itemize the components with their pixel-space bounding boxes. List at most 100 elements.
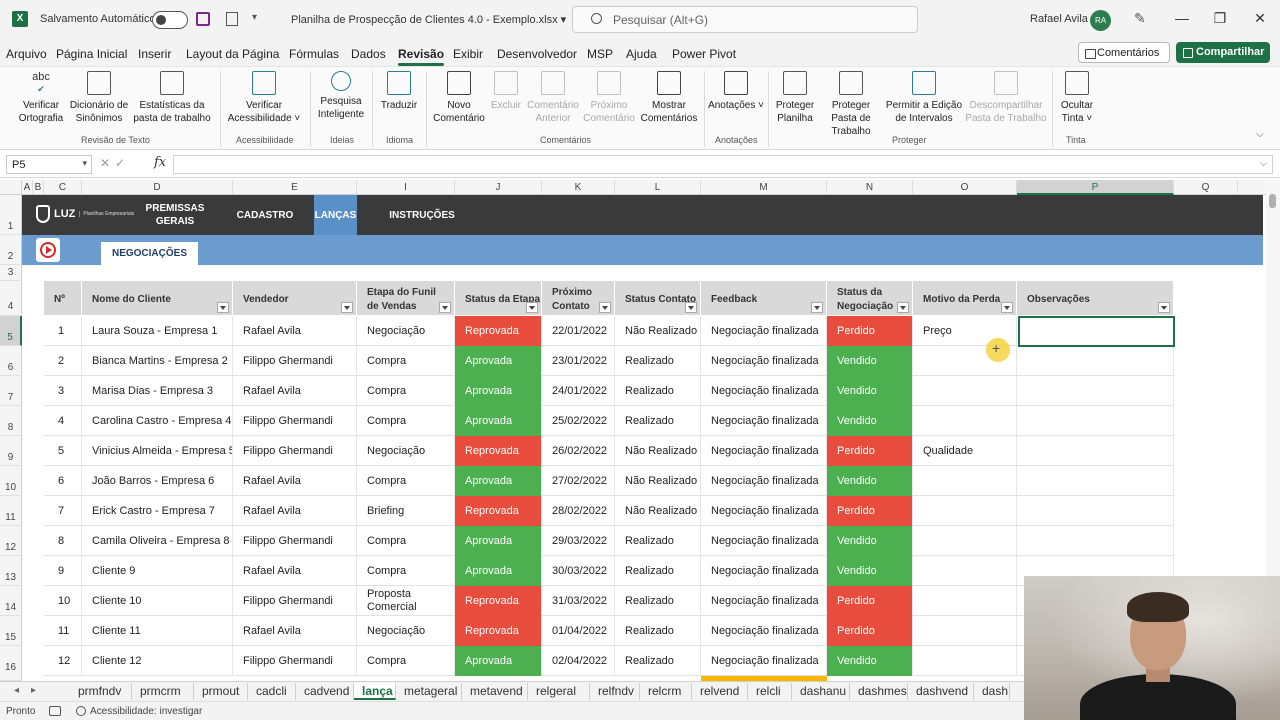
cell-numero[interactable]: 10: [44, 586, 82, 616]
filter-dropdown-icon[interactable]: [341, 302, 353, 313]
sheet-tab-relfndv[interactable]: relfndv: [590, 683, 640, 700]
column-header[interactable]: M: [701, 180, 827, 195]
cell-numero[interactable]: 8: [44, 526, 82, 556]
cell-status-contato[interactable]: Não Realizado: [615, 316, 701, 346]
sheet-tab-cadvend[interactable]: cadvend: [296, 683, 354, 700]
share-button[interactable]: Compartilhar: [1176, 42, 1270, 63]
row-header[interactable]: 8: [0, 406, 22, 436]
cell-cliente[interactable]: Cliente 11: [82, 616, 233, 646]
filter-dropdown-icon[interactable]: [439, 302, 451, 313]
scrollbar-thumb[interactable]: [1269, 194, 1276, 208]
cell-status-contato[interactable]: Realizado: [615, 406, 701, 436]
row-header[interactable]: 1: [0, 195, 22, 235]
cell-observacoes[interactable]: [1017, 406, 1174, 436]
cell-proximo-contato[interactable]: 24/01/2022: [542, 376, 615, 406]
cell-feedback[interactable]: Negociação finalizada: [701, 346, 827, 376]
cell-status-contato[interactable]: Não Realizado: [615, 496, 701, 526]
minimize-icon[interactable]: —: [1172, 10, 1192, 26]
cell-observacoes[interactable]: [1017, 496, 1174, 526]
cell-numero[interactable]: 1: [44, 316, 82, 346]
cell-feedback[interactable]: Negociação finalizada: [701, 616, 827, 646]
column-header[interactable]: Q: [1174, 180, 1238, 195]
cell-motivo-perda[interactable]: [913, 466, 1017, 496]
column-header[interactable]: I: [357, 180, 455, 195]
formula-input[interactable]: [173, 155, 1273, 174]
cell-vendedor[interactable]: Rafael Avila: [233, 616, 357, 646]
cell-cliente[interactable]: Vinicius Almeida - Empresa 5: [82, 436, 233, 466]
cell-status-etapa[interactable]: Reprovada: [455, 616, 542, 646]
cell-status-contato[interactable]: Realizado: [615, 616, 701, 646]
cell-proximo-contato[interactable]: 22/01/2022: [542, 316, 615, 346]
cell-status-etapa[interactable]: Aprovada: [455, 646, 542, 676]
cell-etapa[interactable]: Compra: [357, 526, 455, 556]
row-header[interactable]: 6: [0, 346, 22, 376]
sheet-tab-lança[interactable]: lança: [354, 683, 396, 700]
cell-status-negociacao[interactable]: Vendido: [827, 526, 913, 556]
row-header[interactable]: 14: [0, 586, 22, 616]
workbook-stats-button[interactable]: Estatísticas da pasta de trabalho: [132, 69, 212, 125]
column-header[interactable]: J: [455, 180, 542, 195]
sheet-tab-metageral[interactable]: metageral: [396, 683, 462, 700]
row-header[interactable]: 11: [0, 496, 22, 526]
menu-arquivo[interactable]: Arquivo: [6, 47, 47, 61]
cell-proximo-contato[interactable]: 28/02/2022: [542, 496, 615, 526]
cell-proximo-contato[interactable]: 29/03/2022: [542, 526, 615, 556]
cell-observacoes[interactable]: [1017, 436, 1174, 466]
cell-motivo-perda[interactable]: [913, 526, 1017, 556]
quick-access-more-icon[interactable]: ▾: [252, 12, 257, 23]
column-header[interactable]: C: [44, 180, 82, 195]
filter-dropdown-icon[interactable]: [217, 302, 229, 313]
column-header-selected[interactable]: P: [1017, 180, 1174, 195]
nav-tab-cadastro[interactable]: CADASTRO: [228, 195, 302, 235]
macro-record-icon[interactable]: [49, 706, 61, 716]
cell-vendedor[interactable]: Filippo Ghermandi: [233, 346, 357, 376]
cell-motivo-perda[interactable]: [913, 376, 1017, 406]
column-header[interactable]: K: [542, 180, 615, 195]
cell-vendedor[interactable]: Filippo Ghermandi: [233, 646, 357, 676]
column-header[interactable]: E: [233, 180, 357, 195]
cell-observacoes[interactable]: [1017, 346, 1174, 376]
row-header[interactable]: 13: [0, 556, 22, 586]
save-icon[interactable]: [196, 12, 210, 26]
cell-feedback[interactable]: Negociação finalizada: [701, 586, 827, 616]
row-header[interactable]: 4: [0, 281, 22, 316]
next-comment-button[interactable]: Próximo Comentário: [582, 69, 636, 125]
cell-vendedor[interactable]: Rafael Avila: [233, 556, 357, 586]
cell-status-etapa[interactable]: Reprovada: [455, 316, 542, 346]
collapse-ribbon-icon[interactable]: ⌵: [1256, 129, 1264, 140]
restore-icon[interactable]: ❐: [1210, 10, 1230, 27]
show-comments-button[interactable]: Mostrar Comentários: [638, 69, 700, 125]
accessibility-button[interactable]: Verificar Acessibilidade ˅: [224, 69, 304, 125]
cell-etapa[interactable]: Compra: [357, 466, 455, 496]
cell-cliente[interactable]: Camila Oliveira - Empresa 8: [82, 526, 233, 556]
row-header[interactable]: 12: [0, 526, 22, 556]
delete-comment-button[interactable]: Excluir: [488, 69, 524, 112]
row-header[interactable]: 7: [0, 376, 22, 406]
protect-workbook-button[interactable]: Proteger Pasta de Trabalho: [818, 69, 884, 138]
select-all-corner[interactable]: [0, 180, 22, 195]
cell-vendedor[interactable]: Filippo Ghermandi: [233, 436, 357, 466]
cell-motivo-perda[interactable]: [913, 556, 1017, 586]
protect-sheet-button[interactable]: Proteger Planilha: [772, 69, 818, 125]
sheet-tab-dashvend[interactable]: dashvend: [908, 683, 974, 700]
row-header[interactable]: 16: [0, 646, 22, 681]
cell-etapa[interactable]: Briefing: [357, 496, 455, 526]
row-header-selected[interactable]: 5: [0, 316, 22, 346]
cell-etapa[interactable]: Negociação: [357, 436, 455, 466]
status-accessibility[interactable]: Acessibilidade: investigar: [90, 706, 202, 717]
cell-status-contato[interactable]: Não Realizado: [615, 466, 701, 496]
cell-proximo-contato[interactable]: 25/02/2022: [542, 406, 615, 436]
cell-numero[interactable]: 2: [44, 346, 82, 376]
menu-ajuda[interactable]: Ajuda: [626, 47, 657, 61]
cell-numero[interactable]: 6: [44, 466, 82, 496]
sheet-tab-relgeral[interactable]: relgeral: [528, 683, 590, 700]
sheet-tab-dashanu[interactable]: dashanu: [792, 683, 850, 700]
nav-tab-lancamentos[interactable]: LANÇAS: [314, 195, 357, 235]
hide-ink-button[interactable]: Ocultar Tinta ˅: [1056, 69, 1098, 125]
filter-dropdown-icon[interactable]: [685, 302, 697, 313]
filter-dropdown-icon[interactable]: [1001, 302, 1013, 313]
cell-etapa[interactable]: Negociação: [357, 616, 455, 646]
cell-feedback[interactable]: Negociação finalizada: [701, 526, 827, 556]
cell-status-negociacao[interactable]: Perdido: [827, 316, 913, 346]
play-video-button[interactable]: [36, 238, 60, 262]
